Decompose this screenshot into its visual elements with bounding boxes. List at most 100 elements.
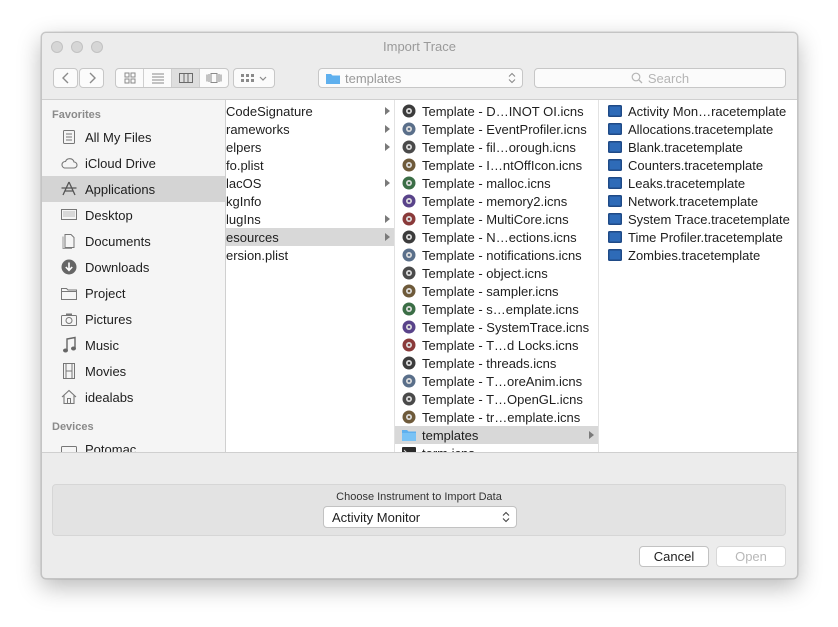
list-item[interactable]: Allocations.tracetemplate: [599, 120, 797, 138]
arrange-grid-icon: [241, 74, 267, 82]
list-item[interactable]: Counters.tracetemplate: [599, 156, 797, 174]
list-item[interactable]: Template - malloc.icns: [395, 174, 598, 192]
columns-icon: [178, 73, 193, 83]
icns-file-icon: [402, 320, 416, 334]
cover-flow-icon: [206, 73, 222, 83]
file-name: Template - I…ntOffIcon.icns: [422, 157, 583, 173]
list-item[interactable]: Blank.tracetemplate: [599, 138, 797, 156]
search-placeholder: Search: [647, 70, 690, 86]
open-button[interactable]: Open: [716, 546, 786, 567]
column-view-button[interactable]: [172, 69, 200, 87]
sidebar-item-pictures[interactable]: Pictures: [42, 306, 225, 332]
sidebar-item-label: Desktop: [85, 207, 133, 223]
icon-view-button[interactable]: [116, 69, 144, 87]
sidebar-item-potomac[interactable]: Potomac: [42, 436, 225, 452]
folder-icon: [402, 430, 416, 441]
view-mode-segmented-control: [115, 68, 229, 88]
list-item[interactable]: Leaks.tracetemplate: [599, 174, 797, 192]
file-name: Leaks.tracetemplate: [628, 175, 746, 191]
list-item[interactable]: Network.tracetemplate: [599, 192, 797, 210]
list-item[interactable]: lacOS: [226, 174, 394, 192]
list-item[interactable]: Template - memory2.icns: [395, 192, 598, 210]
arrange-button[interactable]: [233, 68, 275, 88]
column-resources: Template - D…INOT OI.icns Template - Even…: [395, 100, 599, 452]
instrument-select[interactable]: Activity Monitor: [323, 506, 517, 528]
list-item[interactable]: templates: [395, 426, 598, 444]
list-item[interactable]: lugIns: [226, 210, 394, 228]
sidebar-header-devices: Devices: [52, 421, 94, 433]
forward-button[interactable]: [79, 68, 104, 88]
list-item[interactable]: Template - I…ntOffIcon.icns: [395, 156, 598, 174]
list-item[interactable]: Template - T…OpenGL.icns: [395, 390, 598, 408]
list-item[interactable]: Zombies.tracetemplate: [599, 246, 797, 264]
list-item[interactable]: System Trace.tracetemplate: [599, 210, 797, 228]
list-item[interactable]: Template - tr…emplate.icns: [395, 408, 598, 426]
path-label: templates: [345, 71, 402, 86]
list-item[interactable]: Template - s…emplate.icns: [395, 300, 598, 318]
template-document-icon: [608, 177, 622, 189]
list-item[interactable]: Template - fil…orough.icns: [395, 138, 598, 156]
back-button[interactable]: [53, 68, 78, 88]
sidebar-header-favorites: Favorites: [52, 109, 101, 121]
list-item[interactable]: Time Profiler.tracetemplate: [599, 228, 797, 246]
sidebar-item-music[interactable]: Music: [42, 332, 225, 358]
list-item[interactable]: Template - N…ections.icns: [395, 228, 598, 246]
list-item[interactable]: rameworks: [226, 120, 394, 138]
icns-file-icon: [402, 284, 416, 298]
sidebar-item-all-my-files[interactable]: All My Files: [42, 124, 225, 150]
list-item[interactable]: ersion.plist: [226, 246, 394, 264]
sidebar-item-label: Pictures: [85, 311, 132, 327]
list-item[interactable]: Template - MultiCore.icns: [395, 210, 598, 228]
sidebar-item-documents[interactable]: Documents: [42, 228, 225, 254]
list-item[interactable]: Template - T…oreAnim.icns: [395, 372, 598, 390]
sidebar-item-label: Downloads: [85, 259, 150, 275]
sidebar-item-downloads[interactable]: Downloads: [42, 254, 225, 280]
sidebar-item-applications[interactable]: Applications: [42, 176, 225, 202]
list-item[interactable]: CodeSignature: [226, 102, 394, 120]
list-item[interactable]: Template - EventProfiler.icns: [395, 120, 598, 138]
file-name: ersion.plist: [226, 247, 289, 263]
title-bar: Import Trace: [42, 33, 797, 61]
popup-arrows-icon: [502, 511, 510, 523]
file-name: Template - D…INOT OI.icns: [422, 103, 584, 119]
sidebar-item-project[interactable]: Project: [42, 280, 225, 306]
chevron-right-icon: [89, 72, 96, 84]
list-item[interactable]: kgInfo: [226, 192, 394, 210]
list-item[interactable]: esources: [226, 228, 394, 246]
file-name: lacOS: [226, 175, 262, 191]
file-name: Template - malloc.icns: [422, 175, 551, 191]
sidebar-item-label: Applications: [85, 181, 156, 197]
cover-flow-button[interactable]: [200, 69, 228, 87]
sidebar-item-label: Movies: [85, 363, 127, 379]
sidebar-item-icloud-drive[interactable]: iCloud Drive: [42, 150, 225, 176]
file-name: templates: [422, 427, 479, 443]
path-popup[interactable]: templates: [318, 68, 523, 88]
list-item[interactable]: Template - T…d Locks.icns: [395, 336, 598, 354]
file-name: rameworks: [226, 121, 290, 137]
file-name: System Trace.tracetemplate: [628, 211, 790, 227]
list-item[interactable]: Template - object.icns: [395, 264, 598, 282]
list-view-button[interactable]: [144, 69, 172, 87]
disclosure-arrow-icon: [385, 143, 390, 151]
list-item[interactable]: Template - D…INOT OI.icns: [395, 102, 598, 120]
list-item[interactable]: Template - threads.icns: [395, 354, 598, 372]
list-item[interactable]: Template - notifications.icns: [395, 246, 598, 264]
list-item[interactable]: Template - SystemTrace.icns: [395, 318, 598, 336]
file-name: Template - T…oreAnim.icns: [422, 373, 583, 389]
icns-file-icon: [402, 302, 416, 316]
list-item[interactable]: Template - sampler.icns: [395, 282, 598, 300]
search-field[interactable]: Search: [534, 68, 786, 88]
sidebar-item-label: Music: [85, 337, 119, 353]
import-instrument-label: Choose Instrument to Import Data: [336, 491, 502, 503]
sidebar-item-desktop[interactable]: Desktop: [42, 202, 225, 228]
sidebar-item-idealabs[interactable]: idealabs: [42, 384, 225, 410]
import-options-box: Choose Instrument to Import Data Activit…: [52, 484, 786, 536]
list-item[interactable]: Activity Mon…racetemplate: [599, 102, 797, 120]
list-item[interactable]: fo.plist: [226, 156, 394, 174]
cancel-button[interactable]: Cancel: [639, 546, 709, 567]
list-item[interactable]: elpers: [226, 138, 394, 156]
icns-file-icon: [402, 248, 416, 262]
sidebar-item-movies[interactable]: Movies: [42, 358, 225, 384]
icns-file-icon: [402, 356, 416, 370]
file-name: CodeSignature: [226, 103, 313, 119]
